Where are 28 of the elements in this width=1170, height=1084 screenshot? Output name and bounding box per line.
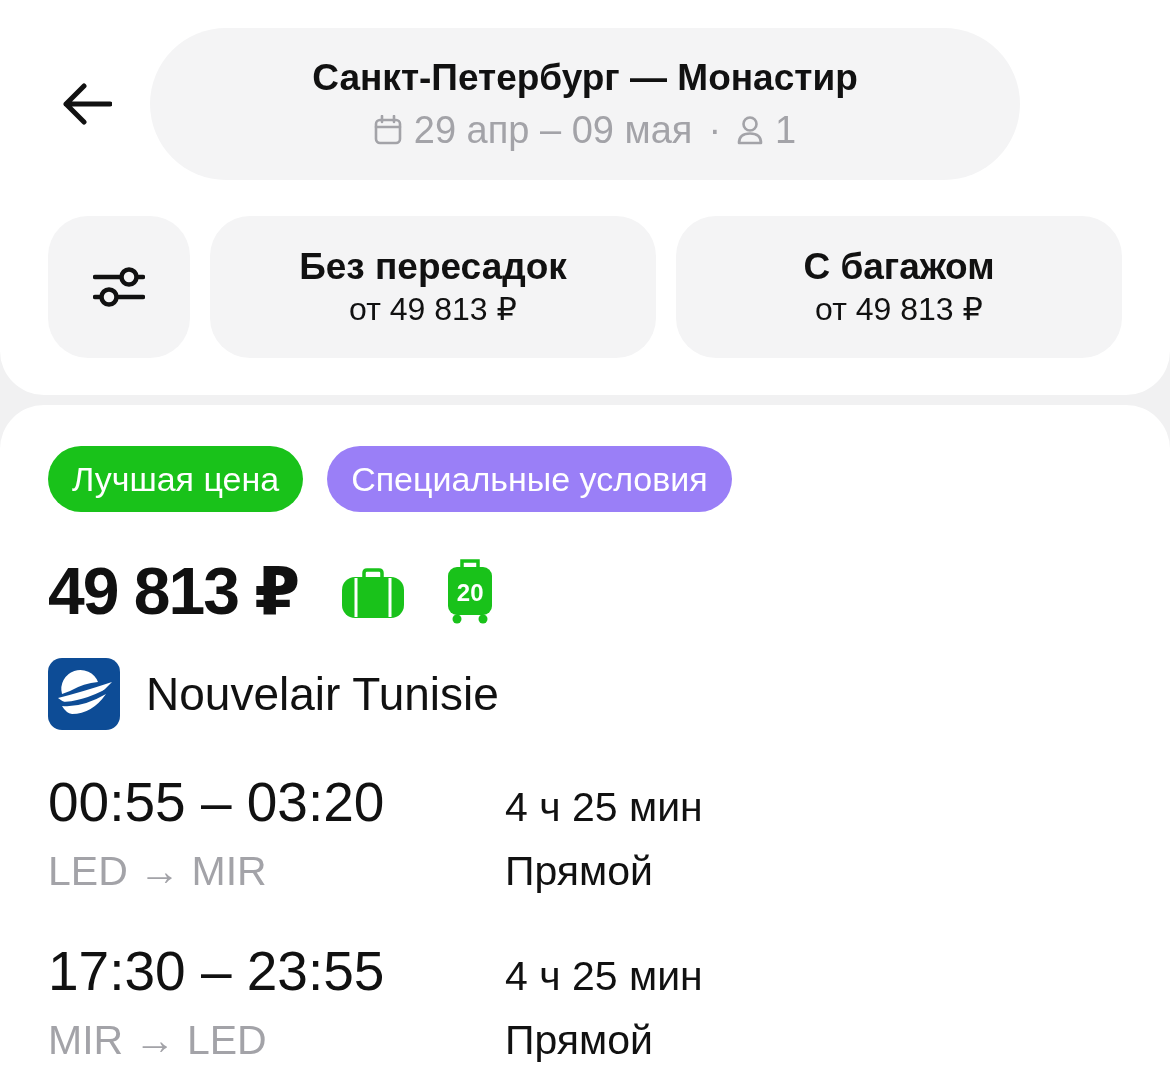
- stops-text: Прямой: [505, 847, 654, 896]
- calendar-icon: [373, 115, 402, 145]
- filter-settings-button[interactable]: [48, 216, 190, 358]
- separator-dot: ·: [708, 108, 722, 153]
- date-range: 29 апр – 09 мая: [413, 108, 693, 153]
- flight-times: 17:30 – 23:55: [48, 939, 386, 1003]
- bag-icon: [342, 568, 405, 618]
- airline-name: Nouvelair Tunisie: [146, 667, 499, 721]
- price-text: 49 813 ₽: [48, 552, 299, 630]
- route-title: Санкт-Петербург — Монастир: [312, 56, 858, 100]
- person-icon: [737, 115, 764, 145]
- filter-chip[interactable]: Без пересадок от 49 813 ₽: [210, 216, 656, 358]
- stops-text: Прямой: [505, 1016, 654, 1065]
- airport-codes: MIR → LED: [48, 1016, 268, 1065]
- filter-chip[interactable]: С багажом от 49 813 ₽: [676, 216, 1122, 358]
- route-summary[interactable]: Санкт-Петербург — Монастир 29 апр – 09 мая · 1: [150, 28, 1020, 180]
- suitcase-icon: [448, 558, 493, 624]
- baggage-weight: 20: [455, 578, 485, 608]
- airline-logo: [48, 658, 120, 730]
- offer-label: Лучшая цена: [48, 446, 304, 512]
- flight-duration: 4 ч 25 мин: [505, 783, 704, 832]
- airport-codes: LED → MIR: [48, 847, 268, 896]
- offer-label: Специальные условия: [327, 446, 732, 512]
- flight-duration: 4 ч 25 мин: [505, 952, 704, 1001]
- sliders-icon: [93, 266, 145, 308]
- back-arrow-icon: [62, 83, 112, 125]
- passenger-count: 1: [775, 108, 797, 153]
- flight-times: 00:55 – 03:20: [48, 770, 386, 834]
